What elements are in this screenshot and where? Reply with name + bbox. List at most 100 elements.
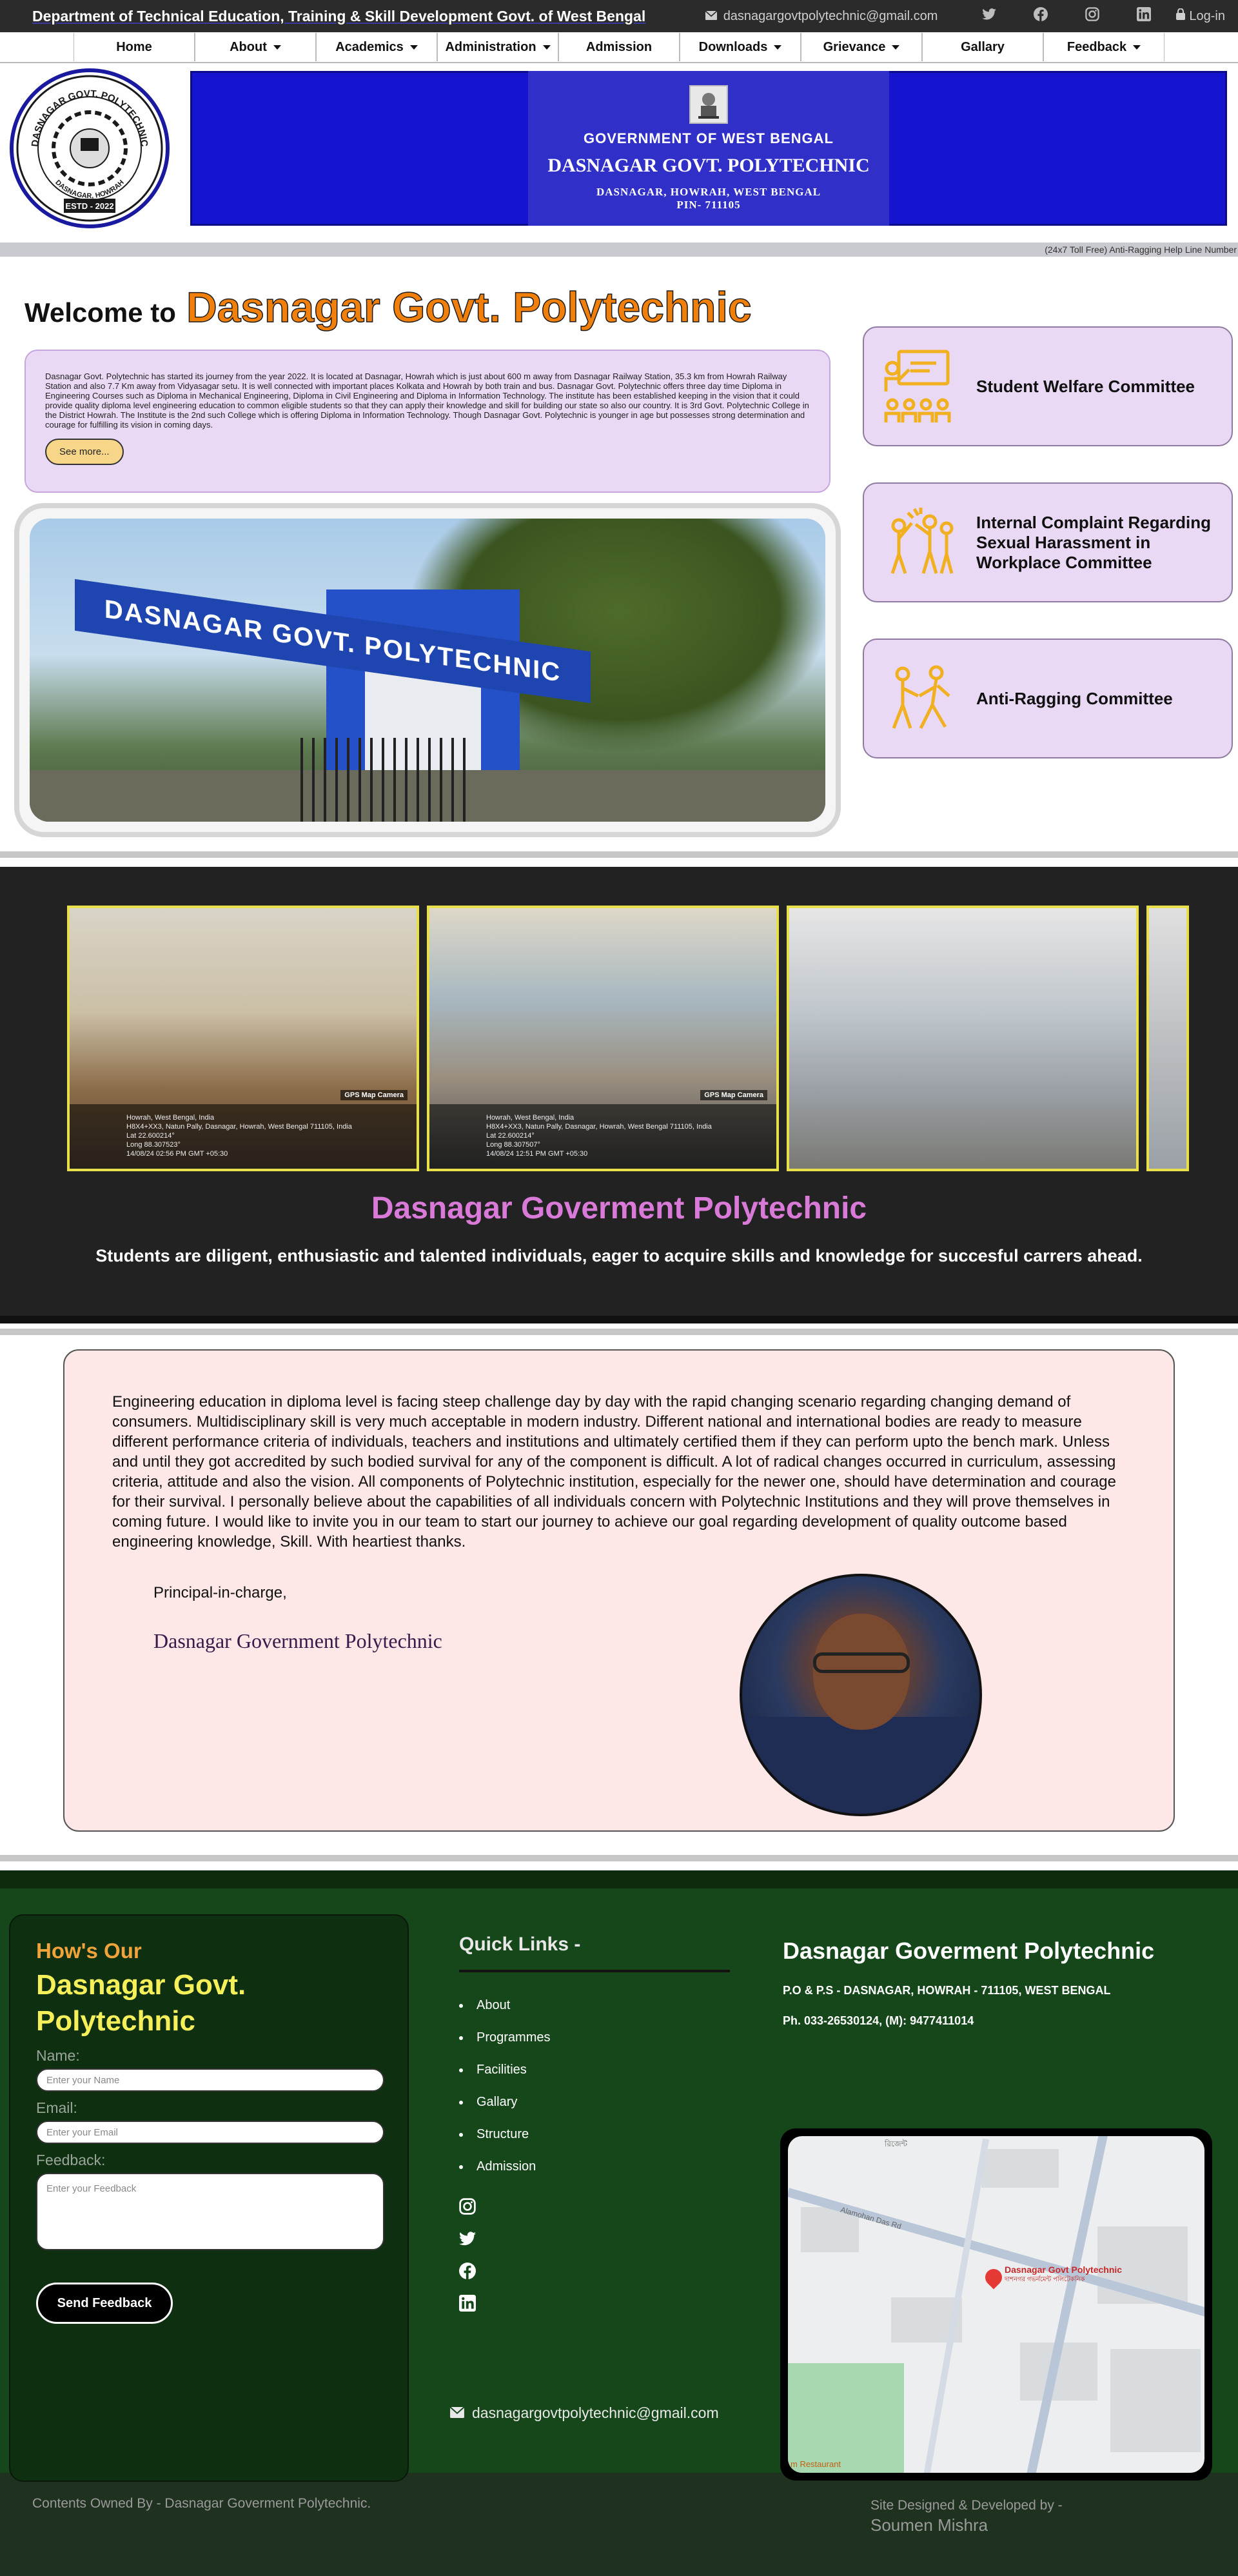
quick-link-facilities[interactable]: Facilities	[459, 2063, 730, 2095]
content-owner: Contents Owned By - Dasnagar Goverment P…	[32, 2496, 371, 2511]
gps-camera-tag: GPS Map Camera	[700, 1090, 767, 1100]
map-block	[1110, 2349, 1201, 2452]
feedback-heading-1: How's Our	[36, 1939, 142, 1963]
section-divider	[0, 1855, 1238, 1861]
committee-card-student-welfare[interactable]: Student Welfare Committee	[863, 326, 1233, 446]
quick-link-gallary[interactable]: Gallary	[459, 2095, 730, 2127]
feedback-textarea[interactable]: Enter your Feedback	[36, 2173, 384, 2250]
gallery-section: GPS Map Camera Howrah, West Bengal, Indi…	[0, 867, 1238, 1323]
intro-card: Dasnagar Govt. Polytechnic has started i…	[25, 350, 830, 493]
caret-down-icon	[542, 45, 551, 50]
caption-location: Howrah, West Bengal, India	[486, 1114, 575, 1122]
nav-label: About	[230, 39, 267, 54]
main-nav: Home About Academics Administration Admi…	[0, 32, 1238, 63]
top-email-link[interactable]: dasnagargovtpolytechnic@gmail.com	[705, 9, 938, 24]
send-feedback-button[interactable]: Send Feedback	[36, 2283, 173, 2324]
name-field[interactable]: Enter your Name	[36, 2068, 384, 2092]
envelope-icon	[449, 2404, 465, 2422]
quick-link-programmes[interactable]: Programmes	[459, 2030, 730, 2063]
login-link[interactable]: Log-in	[1176, 8, 1225, 24]
nav-label: Administration	[445, 39, 536, 54]
quick-links-rule	[459, 1970, 730, 1972]
teacher-class-icon	[879, 346, 959, 426]
top-bar-right: dasnagargovtpolytechnic@gmail.com Log-in	[705, 7, 1225, 25]
quick-links-title: Quick Links -	[459, 1934, 581, 1955]
facebook-icon[interactable]	[459, 2263, 477, 2281]
nav-feedback[interactable]: Feedback	[1043, 33, 1164, 61]
caption-time: 14/08/24 12:51 PM GMT +05:30	[486, 1150, 588, 1158]
lock-icon	[1176, 8, 1186, 24]
facebook-icon[interactable]	[1015, 7, 1066, 25]
instagram-icon[interactable]	[459, 2198, 477, 2216]
marquee-text: (24x7 Toll Free) Anti-Ragging Help Line …	[1045, 244, 1237, 255]
quick-link-structure[interactable]: Structure	[459, 2127, 730, 2159]
harassment-icon	[879, 502, 959, 582]
nav-label: Feedback	[1066, 39, 1127, 54]
principal-role: Principal-in-charge,	[153, 1584, 287, 1601]
committee-label: Anti-Ragging Committee	[976, 688, 1173, 708]
nav-grievance[interactable]: Grievance	[801, 33, 922, 61]
quick-link-admission[interactable]: Admission	[459, 2159, 730, 2192]
twitter-icon[interactable]	[459, 2230, 477, 2248]
email-field[interactable]: Enter your Email	[36, 2121, 384, 2144]
nav-administration[interactable]: Administration	[437, 33, 558, 61]
footer-social-icons	[459, 2198, 477, 2313]
map-pin-icon[interactable]	[981, 2265, 1006, 2290]
see-more-button[interactable]: See more...	[45, 439, 124, 465]
committee-card-anti-ragging[interactable]: Anti-Ragging Committee	[863, 639, 1233, 758]
twitter-icon[interactable]	[963, 8, 1015, 24]
nav-label: Admission	[585, 39, 653, 54]
quick-link-about[interactable]: About	[459, 1998, 730, 2030]
footer-phone-line: Ph. 033-26530124, (M): 9477411014	[783, 2014, 974, 2027]
feedback-label: Feedback:	[36, 2152, 106, 2168]
map-pin-local-name: দাশনগর গভর্নমেন্ট পলিটেকনিক	[1005, 2276, 1085, 2283]
nav-academics[interactable]: Academics	[316, 33, 437, 61]
nav-about[interactable]: About	[195, 33, 316, 61]
campus-photo-frame: DASNAGAR GOVT. POLYTECHNIC	[14, 503, 841, 837]
nav-label: Downloads	[698, 39, 768, 54]
banner-line-2: DASNAGAR GOVT. POLYTECHNIC	[547, 155, 870, 176]
location-map[interactable]: Alamohan Das Rd রিজেন্ট Dasnagar Govt Po…	[788, 2136, 1204, 2473]
committee-card-internal-complaint[interactable]: Internal Complaint Regarding Sexual Hara…	[863, 482, 1233, 602]
nav-label: Home	[116, 39, 152, 54]
banner-content: GOVERNMENT OF WEST BENGAL DASNAGAR GOVT.…	[528, 71, 889, 226]
college-logo[interactable]: DASNAGAR GOVT. POLYTECHNIC DASNAGAR, HOW…	[10, 68, 170, 228]
section-divider	[0, 851, 1238, 858]
welcome-section: Welcome to Dasnagar Govt. Polytechnic Da…	[0, 282, 1238, 837]
caption-lat: Lat 22.600214°	[486, 1132, 535, 1140]
gallery-photo-partial[interactable]	[1146, 906, 1189, 1171]
nav-home[interactable]: Home	[74, 33, 195, 61]
gallery-photo[interactable]: GPS Map Camera Howrah, West Bengal, Indi…	[427, 906, 779, 1171]
instagram-icon[interactable]	[1066, 7, 1118, 25]
welcome-prefix: Welcome to	[25, 297, 176, 328]
gallery-photo[interactable]	[787, 906, 1139, 1171]
welcome-heading: Welcome to Dasnagar Govt. Polytechnic	[25, 282, 838, 332]
gate-bars-shape	[300, 738, 468, 822]
committee-list: Student Welfare Committee Internal Compl…	[863, 326, 1233, 837]
gallery-photo[interactable]: GPS Map Camera Howrah, West Bengal, Indi…	[67, 906, 419, 1171]
nav-admission[interactable]: Admission	[558, 33, 680, 61]
shirt-shape	[742, 1717, 979, 1814]
principal-message-card: Engineering education in diploma level i…	[63, 1349, 1175, 1832]
feedback-heading-2: Dasnagar Govt. Polytechnic	[36, 1969, 246, 2037]
gallery-subtitle: Students are diligent, enthusiastic and …	[95, 1246, 1143, 1265]
footer-address: Dasnagar Goverment Polytechnic P.O & P.S…	[783, 1937, 1202, 2028]
site-footer: How's Our Dasnagar Govt. Polytechnic Nam…	[0, 1870, 1238, 2482]
linkedin-icon[interactable]	[459, 2295, 477, 2313]
banner-line-1: GOVERNMENT OF WEST BENGAL	[584, 130, 834, 146]
caption-long: Long 88.307523°	[126, 1141, 181, 1149]
designed-by-label: Site Designed & Developed by -	[870, 2498, 1063, 2513]
banner-line-4: PIN- 711105	[676, 199, 741, 211]
gallery-carousel[interactable]: GPS Map Camera Howrah, West Bengal, Indi…	[67, 906, 1189, 1171]
anti-ragging-icon	[879, 659, 959, 738]
footer-address-line: P.O & P.S - DASNAGAR, HOWRAH - 711105, W…	[783, 1984, 1111, 1997]
committee-label: Internal Complaint Regarding Sexual Hara…	[976, 512, 1212, 572]
nav-downloads[interactable]: Downloads	[680, 33, 801, 61]
principal-message: Engineering education in diploma level i…	[112, 1393, 1116, 1551]
caption-address: H8X4+XX3, Natun Pally, Dasnagar, Howrah,…	[126, 1123, 352, 1131]
caption-long: Long 88.307507°	[486, 1141, 540, 1149]
campus-gate-photo: DASNAGAR GOVT. POLYTECHNIC	[30, 519, 825, 822]
linkedin-icon[interactable]	[1118, 7, 1170, 25]
nav-gallary[interactable]: Gallary	[922, 33, 1043, 61]
footer-email-link[interactable]: dasnagargovtpolytechnic@gmail.com	[449, 2404, 719, 2422]
